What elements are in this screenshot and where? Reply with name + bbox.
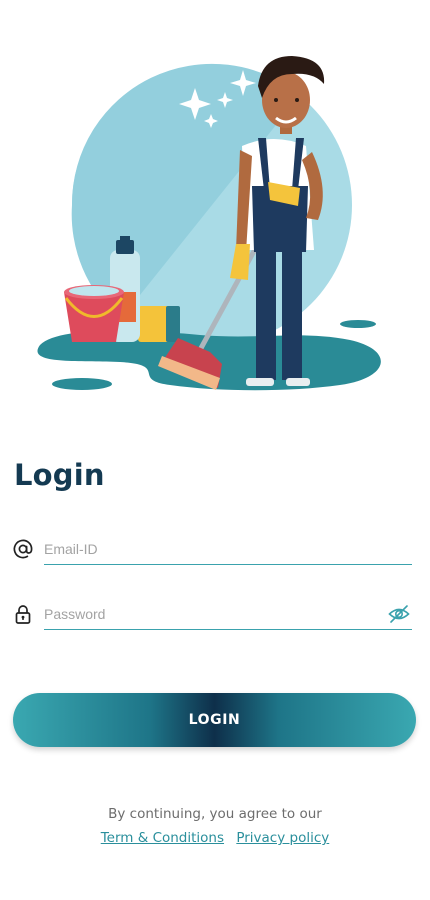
- password-input[interactable]: [44, 599, 412, 630]
- cleaner-illustration: [37, 56, 381, 391]
- lock-icon: [15, 605, 31, 624]
- password-field-row: [12, 595, 414, 635]
- terms-link[interactable]: Term & Conditions: [101, 830, 224, 846]
- legal-links: Term & Conditions Privacy policy: [0, 830, 430, 846]
- privacy-link[interactable]: Privacy policy: [236, 830, 329, 846]
- email-input[interactable]: [44, 534, 412, 565]
- page-title: Login: [14, 458, 105, 492]
- email-field-row: [12, 530, 414, 570]
- login-button[interactable]: LOGIN: [13, 693, 416, 747]
- hero-illustration: [0, 0, 430, 420]
- consent-text: By continuing, you agree to our: [108, 806, 322, 822]
- at-icon: [13, 539, 33, 559]
- eye-off-icon[interactable]: [388, 603, 410, 625]
